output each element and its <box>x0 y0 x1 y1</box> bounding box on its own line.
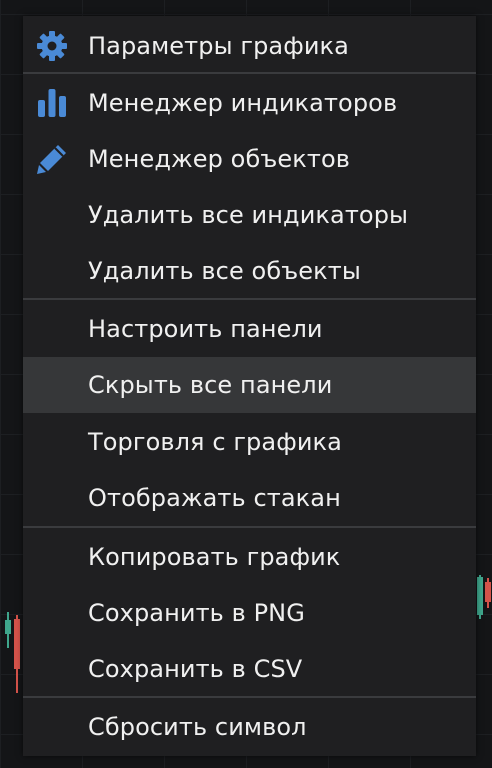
menu-item-label: Торговля с графика <box>88 428 342 456</box>
menu-item-label: Сбросить символ <box>88 713 307 741</box>
menu-divider <box>23 696 476 698</box>
menu-divider <box>23 298 476 300</box>
chart-candle <box>14 615 20 695</box>
menu-item-label: Сохранить в CSV <box>88 655 303 683</box>
gear-icon <box>36 30 68 62</box>
menu-item-indicator-manager[interactable]: Менеджер индикаторов <box>23 75 476 131</box>
menu-item-trade-from-chart[interactable]: Торговля с графика <box>23 414 476 470</box>
menu-item-label: Менеджер объектов <box>88 145 350 173</box>
menu-item-save-png[interactable]: Сохранить в PNG <box>23 585 476 641</box>
menu-item-label: Удалить все индикаторы <box>88 201 409 229</box>
menu-item-label: Менеджер индикаторов <box>88 89 398 117</box>
menu-item-reset-symbol[interactable]: Сбросить символ <box>23 699 476 755</box>
menu-item-object-manager[interactable]: Менеджер объектов <box>23 131 476 187</box>
menu-item-label: Сохранить в PNG <box>88 599 305 627</box>
menu-divider <box>23 72 476 74</box>
menu-divider <box>23 526 476 528</box>
menu-item-label: Копировать график <box>88 543 341 571</box>
menu-item-copy-chart[interactable]: Копировать график <box>23 529 476 585</box>
menu-item-remove-all-objects[interactable]: Удалить все объекты <box>23 243 476 299</box>
menu-item-label: Удалить все объекты <box>88 257 361 285</box>
menu-item-hide-all-panels[interactable]: Скрыть все панели <box>23 357 476 413</box>
bar-chart-icon <box>36 87 68 119</box>
menu-item-label: Параметры графика <box>88 32 349 60</box>
menu-item-chart-settings[interactable]: Параметры графика <box>23 18 476 74</box>
menu-item-configure-panels[interactable]: Настроить панели <box>23 301 476 357</box>
menu-item-label: Отображать стакан <box>88 484 341 512</box>
chart-candle <box>5 612 11 652</box>
chart-candle <box>485 578 491 610</box>
menu-item-save-csv[interactable]: Сохранить в CSV <box>23 641 476 697</box>
menu-item-label: Скрыть все панели <box>88 371 333 399</box>
menu-item-show-order-book[interactable]: Отображать стакан <box>23 470 476 526</box>
chart-candle <box>477 575 483 620</box>
menu-item-label: Настроить панели <box>88 315 323 343</box>
menu-item-remove-all-indicators[interactable]: Удалить все индикаторы <box>23 187 476 243</box>
pencil-icon <box>36 143 68 175</box>
chart-context-menu: Параметры графика Менеджер индикаторов М… <box>23 16 476 756</box>
